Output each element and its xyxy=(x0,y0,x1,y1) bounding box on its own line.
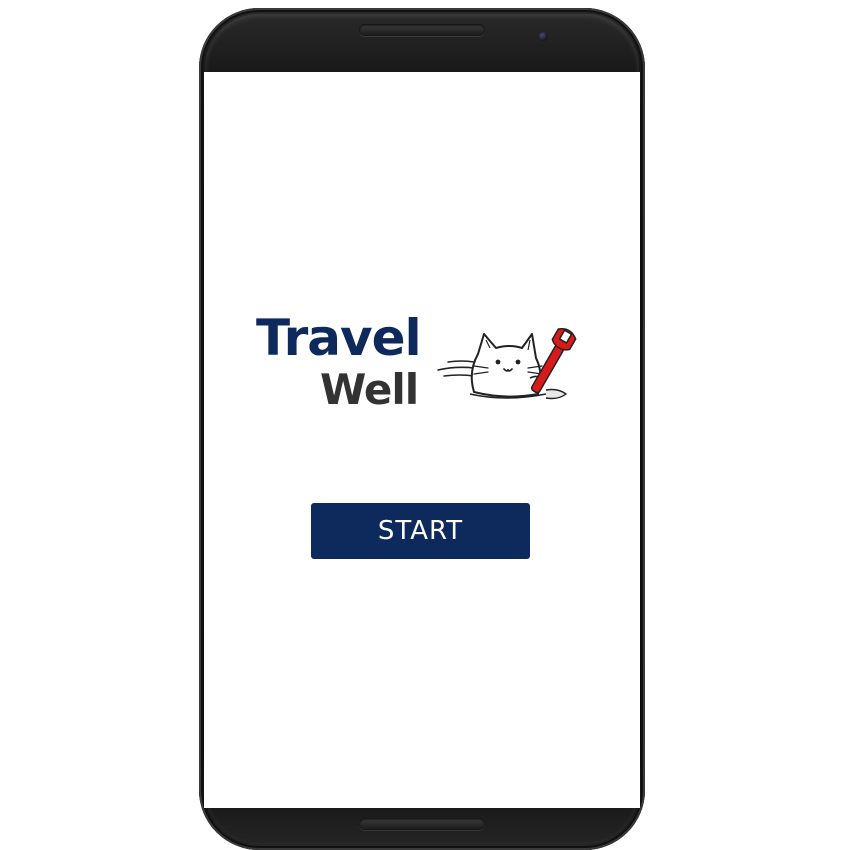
top-speaker-grille xyxy=(359,24,485,36)
front-camera-icon xyxy=(539,32,548,41)
stage: Travel Well START xyxy=(0,0,850,850)
app-screen: Travel Well START xyxy=(204,72,640,808)
logo-word-travel: Travel xyxy=(256,309,422,367)
logo-word-well: Well xyxy=(320,365,419,414)
travel-well-logo: Travel Well xyxy=(256,310,586,420)
start-button[interactable]: START xyxy=(311,503,530,559)
phone-frame: Travel Well START xyxy=(199,8,645,850)
bottom-speaker-grille xyxy=(359,818,485,830)
cat-with-wrench-icon xyxy=(437,328,577,400)
